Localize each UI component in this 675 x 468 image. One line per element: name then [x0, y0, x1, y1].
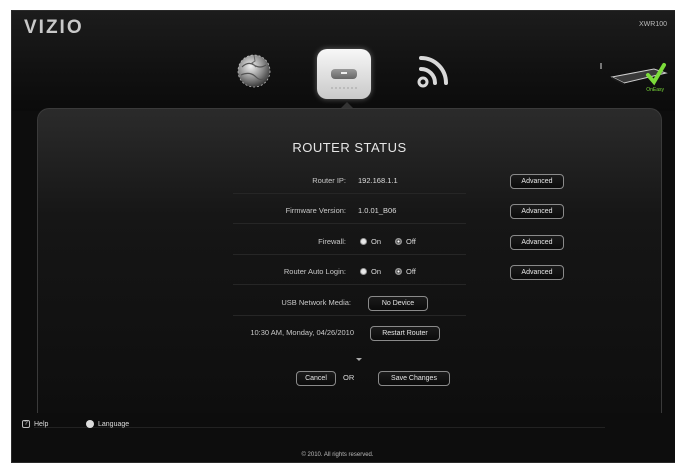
auto-login-off-radio[interactable]: Off	[395, 267, 416, 276]
firewall-label: Firewall:	[318, 237, 346, 246]
device-status-text: OnEasy	[646, 87, 664, 93]
datetime-label: 10:30 AM, Monday, 04/26/2010	[250, 328, 354, 337]
router-ip-advanced-button[interactable]: Advanced	[510, 174, 564, 189]
cancel-button[interactable]: Cancel	[296, 371, 336, 386]
globe-icon[interactable]	[232, 49, 276, 93]
auto-login-radio-group: On Off	[360, 267, 416, 276]
no-device-button[interactable]: No Device	[368, 296, 428, 311]
panel-title: ROUTER STATUS	[292, 140, 407, 155]
language-icon	[86, 420, 94, 428]
firewall-off-radio[interactable]: Off	[395, 237, 416, 246]
router-status-panel: ROUTER STATUS Router IP: 192.168.1.1 Adv…	[37, 108, 662, 413]
auto-login-on-radio[interactable]: On	[360, 267, 381, 276]
firmware-label: Firmware Version:	[285, 206, 346, 215]
auto-login-advanced-button[interactable]: Advanced	[510, 265, 564, 280]
help-link[interactable]: ? Help	[22, 420, 48, 428]
firewall-advanced-button[interactable]: Advanced	[510, 235, 564, 250]
wifi-icon[interactable]	[412, 49, 456, 93]
firmware-row: Firmware Version: 1.0.01_B06 Advanced	[38, 203, 661, 224]
vizio-logo: VIZIO	[24, 17, 84, 38]
language-link[interactable]: Language	[86, 420, 129, 428]
router-ip-value: 192.168.1.1	[358, 176, 398, 185]
datetime-row: 10:30 AM, Monday, 04/26/2010 Restart Rou…	[38, 325, 661, 345]
save-changes-button[interactable]: Save Changes	[378, 371, 450, 386]
firmware-advanced-button[interactable]: Advanced	[510, 204, 564, 219]
firewall-row: Firewall: On Off Advanced	[38, 234, 661, 255]
top-bar: VIZIO XWR100 OnEasy	[12, 11, 675, 111]
firewall-on-radio[interactable]: On	[360, 237, 381, 246]
auto-login-row: Router Auto Login: On Off Advanced	[38, 264, 661, 285]
app-window: VIZIO XWR100 OnEasy ROUTER STATUS Router…	[11, 10, 675, 463]
router-ip-label: Router IP:	[312, 176, 346, 185]
firewall-radio-group: On Off	[360, 237, 416, 246]
device-status-indicator: OnEasy	[600, 53, 670, 99]
router-ip-row: Router IP: 192.168.1.1 Advanced	[38, 173, 661, 194]
usb-media-label: USB Network Media:	[281, 298, 351, 307]
or-label: OR	[343, 373, 355, 382]
firmware-value: 1.0.01_B06	[358, 206, 397, 215]
help-icon: ?	[22, 420, 30, 428]
usb-media-row: USB Network Media: No Device	[38, 295, 661, 316]
model-label: XWR100	[638, 21, 667, 28]
restart-router-button[interactable]: Restart Router	[370, 326, 440, 341]
caret-down-icon	[356, 358, 362, 361]
auto-login-label: Router Auto Login:	[283, 267, 346, 276]
router-icon	[317, 49, 371, 99]
copyright-text: © 2010. All rights reserved.	[301, 452, 374, 458]
router-tab[interactable]	[317, 49, 371, 99]
